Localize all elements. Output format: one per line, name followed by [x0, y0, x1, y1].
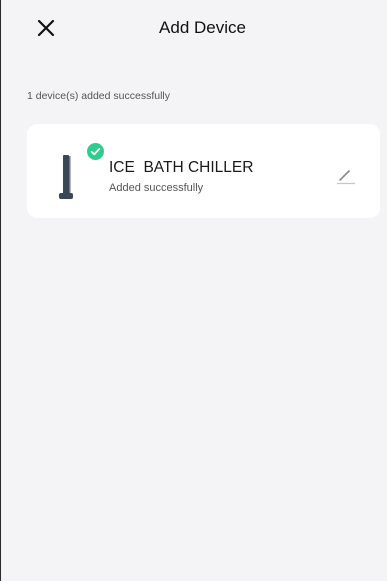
device-card[interactable]: ICE BATH CHILLER Added successfully	[27, 124, 380, 218]
device-status: Added successfully	[109, 182, 204, 194]
device-image-icon	[59, 155, 73, 199]
page-edge	[0, 0, 1, 581]
edit-button[interactable]	[334, 164, 358, 188]
edit-pencil-icon	[337, 170, 355, 185]
header: Add Device	[0, 0, 387, 58]
success-summary: 1 device(s) added successfully	[27, 90, 170, 102]
page-title: Add Device	[159, 18, 246, 37]
device-name: ICE BATH CHILLER	[109, 159, 254, 176]
check-circle-icon	[87, 143, 104, 160]
